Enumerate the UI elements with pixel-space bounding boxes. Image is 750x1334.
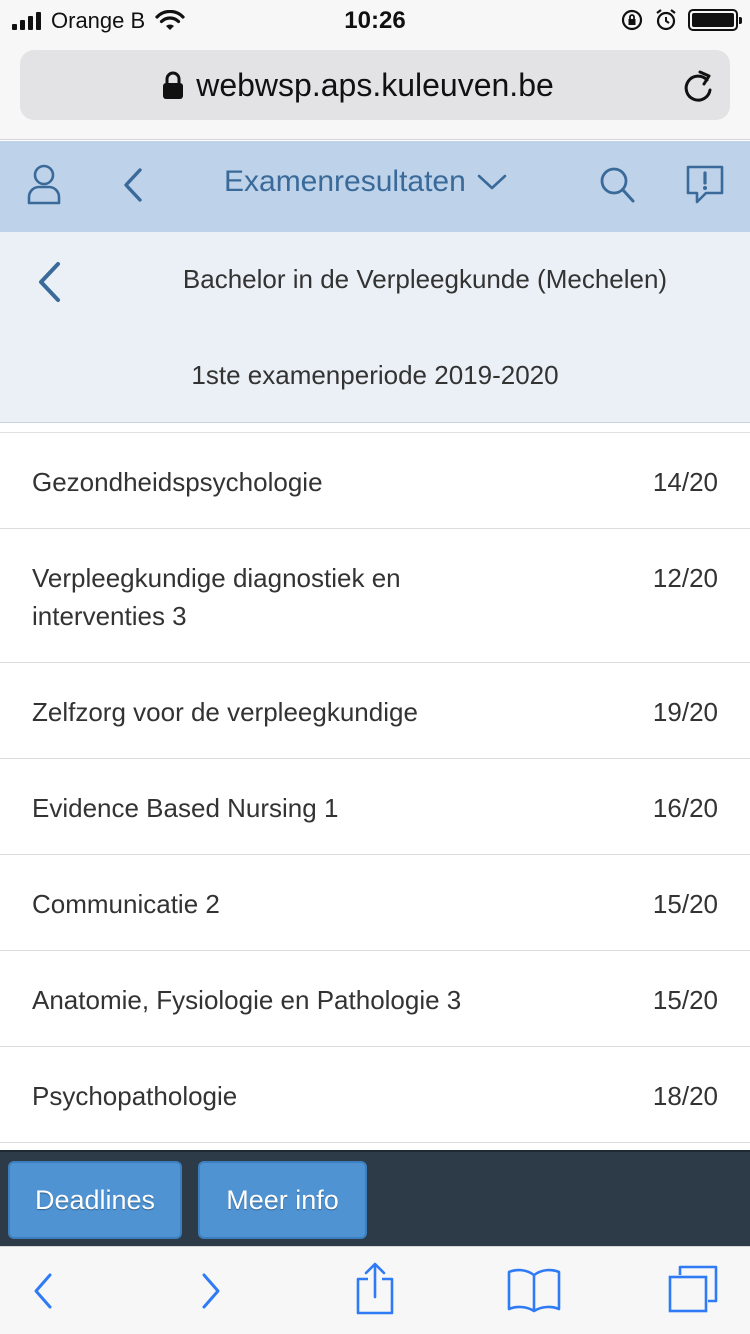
result-row[interactable]: Gezondheidspsychologie 14/20 [0, 433, 750, 529]
course-score: 19/20 [652, 697, 718, 727]
search-icon[interactable] [598, 165, 636, 205]
result-row[interactable]: Evidence Based Nursing 1 16/20 [0, 759, 750, 855]
course-score: 15/20 [652, 889, 718, 919]
program-title: Bachelor in de Verpleegkunde (Mechelen) [182, 264, 668, 294]
browser-back-icon[interactable] [30, 1271, 56, 1311]
result-row[interactable]: Zelfzorg voor de verpleegkundige 19/20 [0, 663, 750, 759]
result-row[interactable]: Verpleegkundige diagnostiek en intervent… [0, 529, 750, 663]
browser-toolbar [0, 1246, 750, 1334]
result-row[interactable]: Psychopathologie 18/20 [0, 1047, 750, 1143]
course-name: Anatomie, Fysiologie en Pathologie 3 [32, 985, 462, 1015]
course-score: 15/20 [652, 985, 718, 1015]
tabs-icon[interactable] [666, 1263, 720, 1315]
back-chevron-icon[interactable] [120, 167, 146, 203]
url-text: webwsp.aps.kuleuven.be [196, 67, 554, 103]
results-list[interactable]: Gezondheidspsychologie 14/20 Verpleegkun… [0, 432, 750, 1144]
battery-icon [688, 9, 742, 31]
course-name: Gezondheidspsychologie [32, 467, 323, 497]
result-row[interactable]: Communicatie 2 15/20 [0, 855, 750, 951]
program-header: Bachelor in de Verpleegkunde (Mechelen) … [0, 232, 750, 423]
course-score: 16/20 [652, 793, 718, 823]
feedback-icon[interactable] [684, 163, 726, 207]
user-icon[interactable] [26, 163, 62, 207]
app-header: Examenresultaten [0, 141, 750, 232]
exam-period: 1ste examenperiode 2019-2020 [191, 360, 559, 390]
share-icon[interactable] [354, 1261, 396, 1315]
meer-info-button[interactable]: Meer info [198, 1161, 367, 1239]
course-score: 14/20 [652, 467, 718, 497]
browser-forward-icon[interactable] [198, 1271, 224, 1311]
course-name: Zelfzorg voor de verpleegkundige [32, 697, 418, 727]
course-name: Verpleegkundige diagnostiek en intervent… [32, 563, 401, 631]
result-row[interactable]: Anatomie, Fysiologie en Pathologie 3 15/… [0, 951, 750, 1047]
action-bar: Deadlines Meer info [0, 1150, 750, 1246]
deadlines-button[interactable]: Deadlines [8, 1161, 182, 1239]
app-title-dropdown[interactable]: Examenresultaten [224, 165, 508, 199]
status-bar: Orange B 10:26 [0, 0, 750, 40]
status-right [620, 8, 742, 32]
orientation-lock-icon [621, 9, 643, 31]
address-bar[interactable]: webwsp.aps.kuleuven.be [20, 50, 730, 120]
browser-address-area: webwsp.aps.kuleuven.be [0, 40, 750, 140]
chevron-down-icon [477, 174, 507, 190]
course-score: 18/20 [652, 1081, 718, 1111]
bookmarks-icon[interactable] [506, 1267, 562, 1313]
app-title: Examenresultaten [224, 165, 466, 198]
course-name: Psychopathologie [32, 1081, 238, 1111]
alarm-icon [656, 9, 676, 31]
course-score: 12/20 [652, 563, 718, 593]
course-name: Communicatie 2 [32, 889, 220, 919]
reload-icon[interactable] [680, 66, 716, 104]
chevron-left-icon[interactable] [34, 260, 64, 304]
course-name: Evidence Based Nursing 1 [32, 793, 339, 823]
